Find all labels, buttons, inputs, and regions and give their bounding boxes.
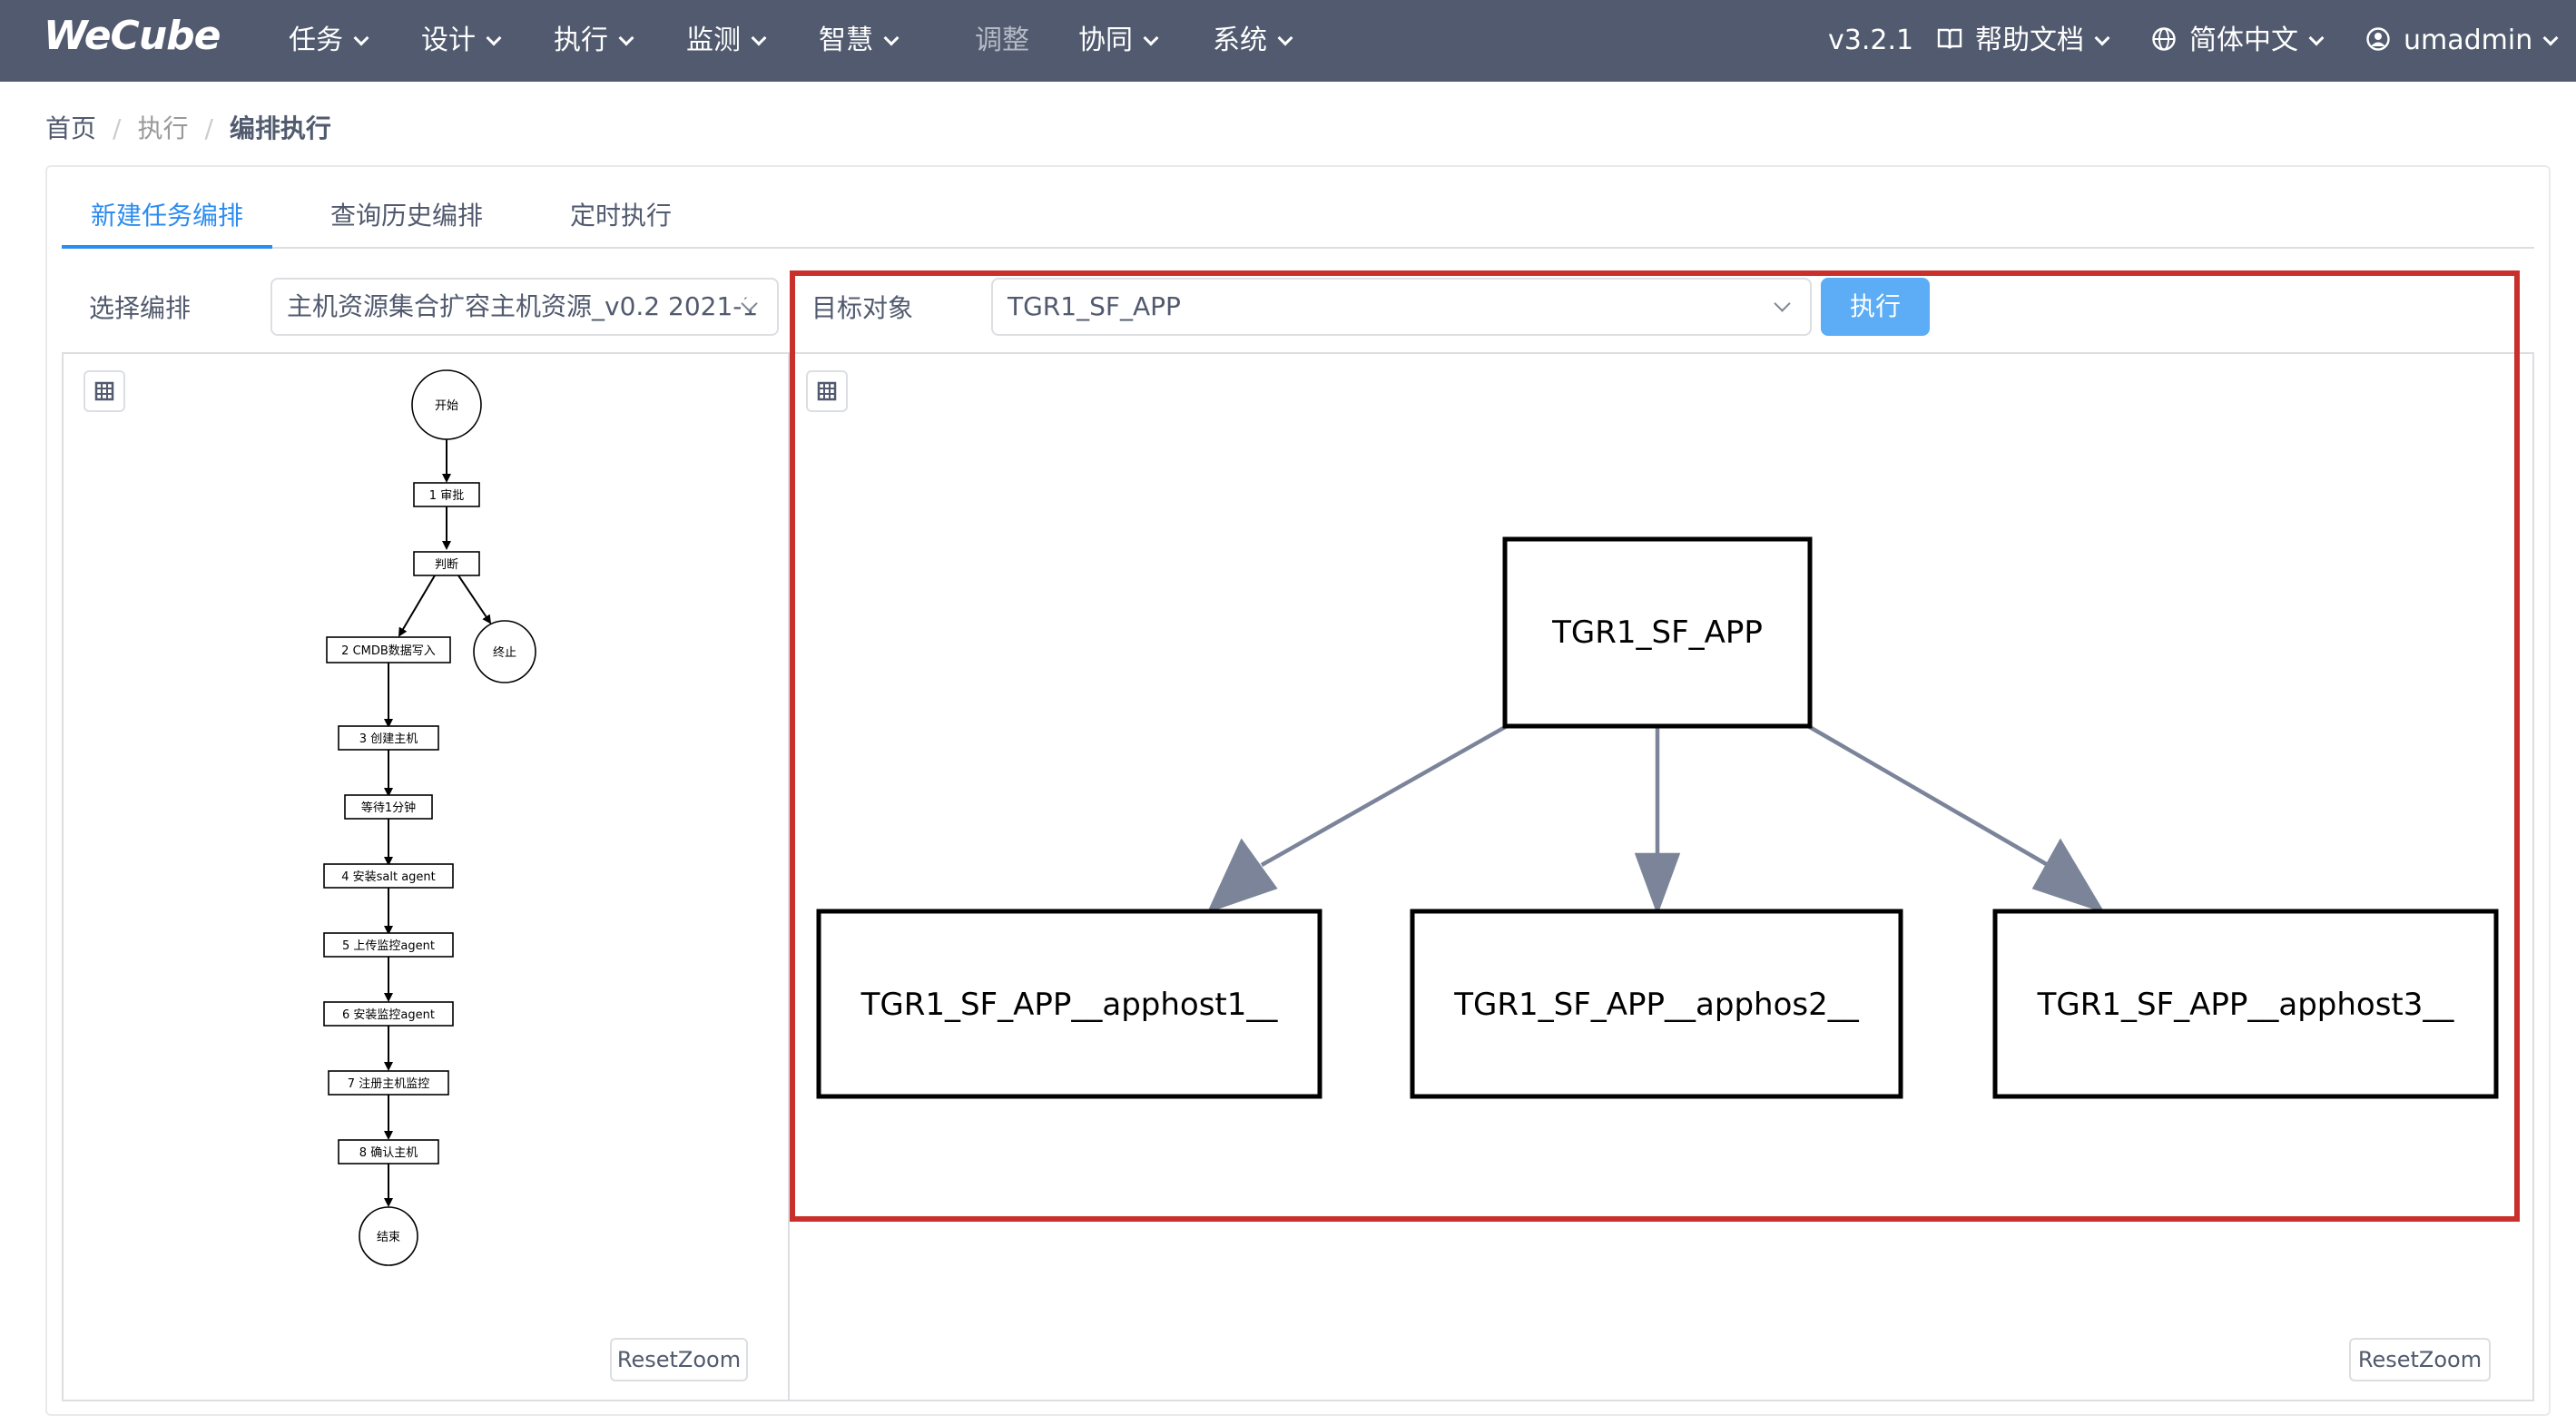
chevron-down-icon: [486, 30, 502, 46]
flow-node-label: 判断: [435, 558, 458, 572]
breadcrumb: 首页 / 执行 / 编排执行: [45, 109, 331, 145]
flow-node-label: 1 审批: [429, 489, 464, 503]
wecube-logo[interactable]: WeCube: [44, 13, 221, 59]
language-label: 简体中文: [2189, 25, 2298, 56]
nav-menu-monitor[interactable]: 监测: [686, 20, 767, 62]
flow-node-label: 终止: [493, 645, 516, 660]
reset-zoom-button[interactable]: ResetZoom: [610, 1338, 748, 1381]
nav-menu-collaborate[interactable]: 协同: [1078, 20, 1159, 62]
flow-select-value: 主机资源集合扩容主机资源_v0.2 2021-1: [287, 291, 759, 321]
nav-menu-label: 调整: [975, 25, 1029, 56]
flow-node-label: 6 安装监控agent: [342, 1008, 435, 1022]
highlight-box: [790, 270, 2520, 1222]
nav-menu-task[interactable]: 任务: [289, 20, 369, 62]
flow-graph: 开始 1 审批 判断 终止 2 CMDB数据写入 3 创建主机 等待1分钟 4 …: [323, 369, 536, 1266]
flow-node-label: 开始: [435, 399, 458, 413]
nav-menu-label: 协同: [1078, 25, 1133, 56]
chevron-down-icon: [353, 30, 369, 46]
nav-menu-label: 系统: [1213, 25, 1267, 56]
flow-node-label: 3 创建主机: [359, 732, 418, 746]
flow-select-label: 选择编排: [89, 293, 192, 323]
flow-node-label: 8 确认主机: [359, 1146, 418, 1160]
nav-menu-label: 执行: [554, 25, 608, 56]
nav-menu-label: 智慧: [819, 25, 873, 56]
nav-menu-design[interactable]: 设计: [421, 20, 502, 62]
nav-menu-adjust[interactable]: 调整: [975, 20, 1029, 62]
chevron-down-icon: [2542, 30, 2559, 46]
book-icon: [1937, 28, 1962, 49]
version-label: v3.2.1: [1828, 25, 1914, 56]
flow-node-label: 7 注册主机监控: [348, 1077, 429, 1091]
top-navigation-bar: WeCube 任务 设计 执行 监测 智慧 调整 协同 系统 v3.2.1 帮助…: [0, 0, 2576, 82]
breadcrumb-separator: /: [204, 113, 213, 143]
chevron-down-icon: [1277, 30, 1293, 46]
nav-menu-intelligence[interactable]: 智慧: [819, 20, 900, 62]
globe-icon: [2152, 26, 2176, 51]
nav-menu-label: 设计: [421, 25, 476, 56]
flow-node-label: 5 上传监控agent: [342, 939, 435, 953]
chevron-down-icon: [1143, 30, 1159, 46]
nav-menu-execute[interactable]: 执行: [554, 20, 634, 62]
user-name: umadmin: [2404, 25, 2533, 56]
flow-node-label: 4 安装salt agent: [341, 870, 436, 884]
tab-new-orchestration[interactable]: 新建任务编排: [91, 196, 243, 232]
reset-zoom-button[interactable]: ResetZoom: [2349, 1338, 2491, 1381]
user-icon: [2366, 26, 2390, 51]
flow-node-label: 等待1分钟: [361, 801, 416, 815]
nav-menu-system[interactable]: 系统: [1213, 20, 1293, 62]
breadcrumb-current: 编排执行: [229, 113, 331, 143]
chevron-down-icon: [2308, 30, 2325, 46]
tab-scheduled[interactable]: 定时执行: [570, 196, 672, 232]
tab-history[interactable]: 查询历史编排: [330, 196, 483, 232]
tab-bar: 新建任务编排 查询历史编排 定时执行: [62, 187, 2534, 249]
flow-node-label: 2 CMDB数据写入: [341, 644, 436, 658]
chevron-down-icon: [2094, 30, 2110, 46]
nav-menu-label: 监测: [686, 25, 741, 56]
chevron-down-icon: [883, 30, 900, 46]
help-docs-label: 帮助文档: [1975, 25, 2084, 56]
language-menu[interactable]: 简体中文: [2151, 20, 2325, 62]
nav-menu-label: 任务: [289, 25, 343, 56]
active-tab-indicator: [62, 245, 272, 249]
flow-graph-panel: 开始 1 审批 判断 终止 2 CMDB数据写入 3 创建主机 等待1分钟 4 …: [62, 352, 790, 1401]
flow-edge: [457, 575, 492, 624]
chevron-down-icon: [751, 30, 767, 46]
flow-edge: [398, 575, 436, 637]
breadcrumb-home[interactable]: 首页: [45, 109, 96, 145]
flow-select[interactable]: 主机资源集合扩容主机资源_v0.2 2021-1: [270, 278, 779, 336]
help-docs-menu[interactable]: 帮助文档: [1937, 20, 2110, 62]
flow-node-label: 结束: [377, 1231, 400, 1244]
chevron-down-icon: [618, 30, 634, 46]
user-menu[interactable]: umadmin: [2365, 20, 2559, 62]
breadcrumb-separator: /: [113, 113, 122, 143]
breadcrumb-execute[interactable]: 执行: [137, 109, 188, 145]
